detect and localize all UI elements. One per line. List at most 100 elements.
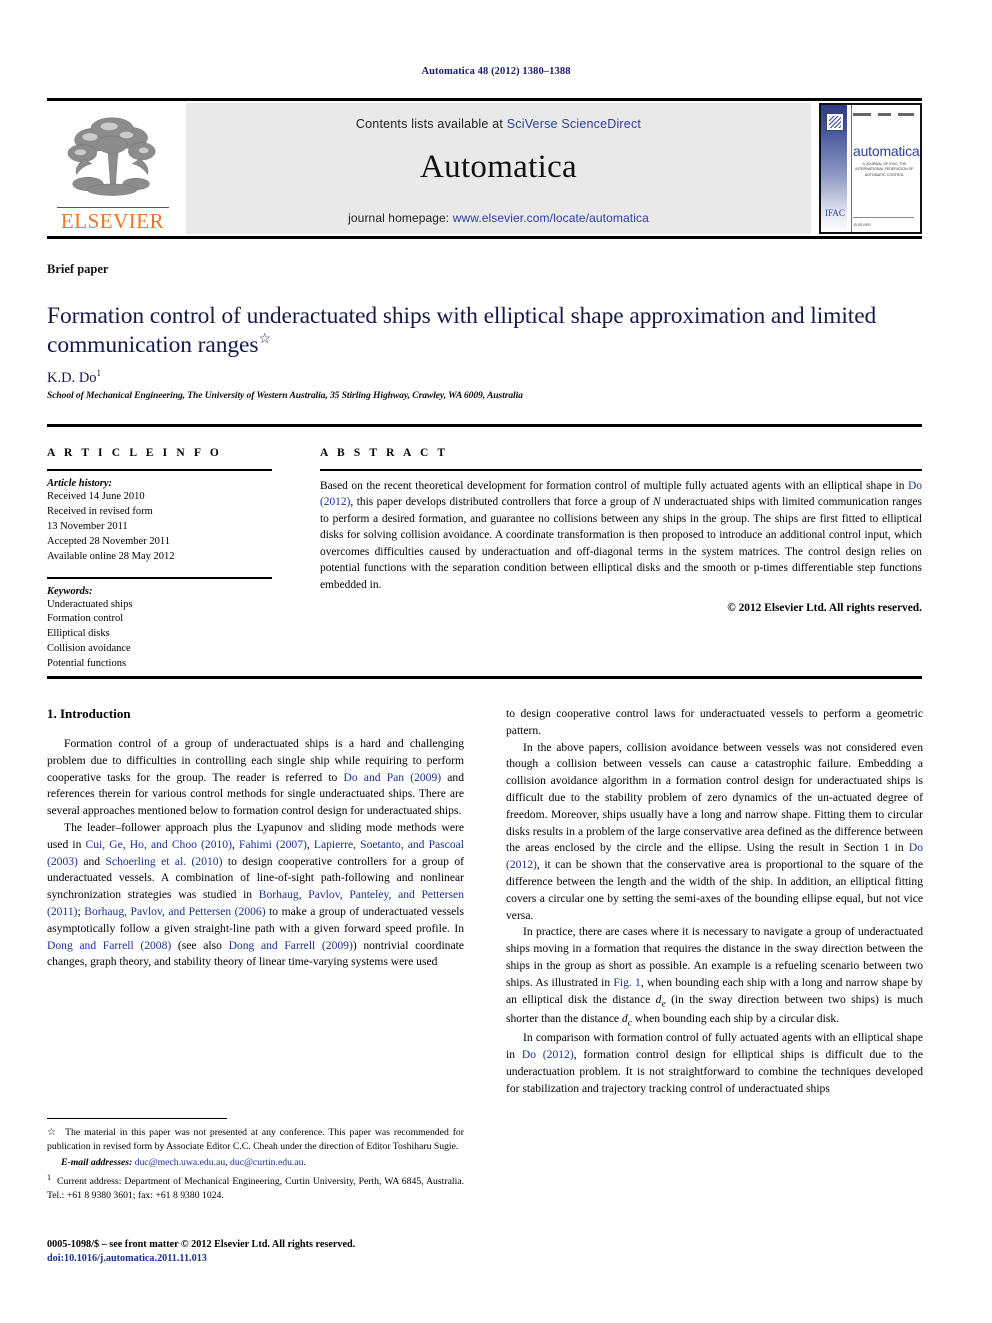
elsevier-logo-underline (56, 206, 169, 208)
text-run: and (77, 854, 106, 868)
title-footnote-marker[interactable]: ☆ (258, 332, 271, 347)
cover-divider-line (851, 105, 852, 232)
journal-title: Automatica (420, 149, 577, 185)
footnote-star-text: The material in this paper was not prese… (47, 1127, 464, 1153)
article-history-heading: Article history: (47, 478, 113, 489)
citation-link[interactable]: Fahimi (2007) (239, 838, 307, 851)
running-head: Automatica 48 (2012) 1380–1388 (421, 66, 571, 77)
abstract-part2: , this paper develops distributed contro… (350, 496, 653, 509)
cover-top-meta-bars (853, 113, 914, 116)
keyword-item: Collision avoidance (47, 643, 131, 655)
elsevier-wordmark: ELSEVIER (60, 209, 165, 233)
article-info-rule (47, 469, 272, 471)
page-title: Formation control of underactuated ships… (47, 302, 927, 360)
citation-link[interactable]: Do (2012) (522, 1048, 574, 1061)
issn-copyright-line: 0005-1098/$ – see front matter © 2012 El… (47, 1239, 356, 1250)
history-item: Received in revised form (47, 505, 153, 517)
keywords-block: Keywords: Underactuated ships Formation … (47, 576, 272, 673)
abstract-text: Based on the recent theoretical developm… (320, 478, 922, 593)
paragraph: In the above papers, collision avoidance… (506, 740, 923, 925)
cover-bottom-rule (853, 217, 914, 218)
paragraph: to design cooperative control laws for u… (506, 707, 923, 737)
abstract-bottom-rule (47, 676, 922, 679)
abstract-rule (320, 469, 922, 471)
footnote-star-marker: ☆ (47, 1127, 58, 1138)
footer-identifiers: 0005-1098/$ – see front matter © 2012 El… (47, 1238, 547, 1267)
footnote-star: ☆ The material in this paper was not pre… (47, 1126, 464, 1154)
abstract-part3: underactuated ships with limited communi… (320, 496, 922, 591)
footnotes-section: ☆ The material in this paper was not pre… (47, 1126, 464, 1204)
info-section-top-rule (47, 424, 922, 427)
citation-link[interactable]: Dong and Farrell (2008) (47, 939, 171, 952)
doi-link[interactable]: doi:10.1016/j.automatica.2011.11.013 (47, 1252, 547, 1266)
cover-journal-title: automatica (853, 143, 920, 159)
cover-journal-subtitle: A JOURNAL OF IFAC, THE INTERNATIONAL FED… (855, 162, 914, 177)
footnote-number-marker: 1 (47, 1172, 52, 1182)
paragraph: The leader–follower approach plus the Ly… (47, 820, 464, 971)
section-title-introduction: 1. Introduction (47, 706, 131, 721)
paragraph: In comparison with formation control of … (506, 1030, 923, 1097)
elsevier-logo: ELSEVIER (47, 103, 178, 234)
keyword-item: Potential functions (47, 658, 127, 670)
citation-link[interactable]: Cui, Ge, Ho, and Choo (2010) (86, 838, 232, 851)
citation-link[interactable]: Schoerling et al. (2010) (105, 855, 222, 868)
history-item: Received 14 June 2010 (47, 491, 145, 502)
citation-link[interactable]: Dong and Farrell (2009) (229, 939, 353, 952)
email-link-2[interactable]: duc@curtin.edu.au (230, 1157, 303, 1168)
body-column-right: to design cooperative control laws for u… (506, 706, 923, 1097)
article-title-text: Formation control of underactuated ships… (47, 302, 877, 358)
cover-publisher-text: ELSEVIER (854, 223, 871, 227)
contents-prefix: Contents lists available at (355, 117, 507, 131)
history-item: 13 November 2011 (47, 520, 128, 532)
author-affiliation: School of Mechanical Engineering, The Un… (47, 390, 523, 401)
abstract-heading: A B S T R A C T (320, 447, 449, 459)
sciencedirect-link[interactable]: SciVerse ScienceDirect (507, 117, 641, 131)
elsevier-tree-icon (54, 111, 172, 207)
footnote-separator-rule (47, 1118, 227, 1119)
author-name[interactable]: K.D. Do (47, 370, 97, 386)
masthead-center-panel: Contents lists available at SciVerse Sci… (186, 103, 811, 234)
text-run: (see also (171, 938, 229, 952)
keyword-item: Elliptical disks (47, 628, 110, 640)
email-link-1[interactable]: duc@mech.uwa.edu.au (135, 1157, 225, 1168)
history-item: Accepted 28 November 2011 (47, 535, 170, 547)
history-item: Available online 28 May 2012 (47, 550, 175, 562)
figure-reference-link[interactable]: Fig. 1 (613, 976, 640, 989)
masthead-bottom-rule (47, 236, 922, 239)
journal-cover-thumbnail[interactable]: automatica A JOURNAL OF IFAC, THE INTERN… (819, 103, 922, 234)
abstract-section: A B S T R A C T Based on the recent theo… (320, 447, 922, 614)
citation-link[interactable]: Borhaug, Pavlov, and Pettersen (2006) (84, 905, 265, 918)
article-info-section: A R T I C L E I N F O Article history: R… (47, 447, 272, 672)
keyword-item: Formation control (47, 613, 124, 625)
masthead-top-rule (47, 98, 922, 101)
abstract-part1: Based on the recent theoretical developm… (320, 480, 909, 492)
abstract-copyright: © 2012 Elsevier Ltd. All rights reserved… (727, 601, 922, 614)
keywords-rule (47, 576, 272, 579)
cover-ifac-logo-icon (826, 113, 844, 131)
text-run: , it can be shown that the conservative … (506, 858, 923, 922)
homepage-prefix: journal homepage: (348, 211, 453, 225)
email-label: E-mail addresses: (61, 1156, 133, 1168)
text-run: In the above papers, collision avoidance… (506, 740, 923, 855)
author-list: K.D. Do1 (47, 368, 101, 387)
journal-homepage-link[interactable]: www.elsevier.com/locate/automatica (453, 211, 649, 225)
body-column-left: 1. Introduction Formation control of a g… (47, 706, 464, 1097)
footnote-email: E-mail addresses: duc@mech.uwa.edu.au, d… (47, 1156, 464, 1170)
journal-masthead: ELSEVIER Contents lists available at Sci… (47, 98, 922, 239)
footnote-numbered: 1 Current address: Department of Mechani… (47, 1172, 464, 1203)
journal-homepage-line: journal homepage: www.elsevier.com/locat… (348, 211, 649, 225)
author-footnote-marker[interactable]: 1 (97, 368, 102, 378)
text-run: when bounding each ship by a circular di… (632, 1011, 840, 1025)
text-run: , (231, 837, 239, 851)
citation-link[interactable]: Do and Pan (2009) (344, 771, 442, 784)
cover-ifac-seal-icon: IFAC (825, 208, 845, 218)
article-type-label: Brief paper (47, 262, 109, 276)
footnote-number-text: Current address: Department of Mechanica… (47, 1175, 464, 1201)
paper-page: Automatica 48 (2012) 1380–1388 ELSEVIER … (0, 0, 992, 1323)
paragraph: Formation control of a group of underact… (47, 736, 464, 820)
keyword-item: Underactuated ships (47, 598, 133, 610)
text-run: . (303, 1156, 306, 1168)
abstract-math-n: N (652, 496, 661, 509)
body-columns: 1. Introduction Formation control of a g… (47, 706, 923, 1097)
keywords-heading: Keywords: (47, 585, 93, 597)
